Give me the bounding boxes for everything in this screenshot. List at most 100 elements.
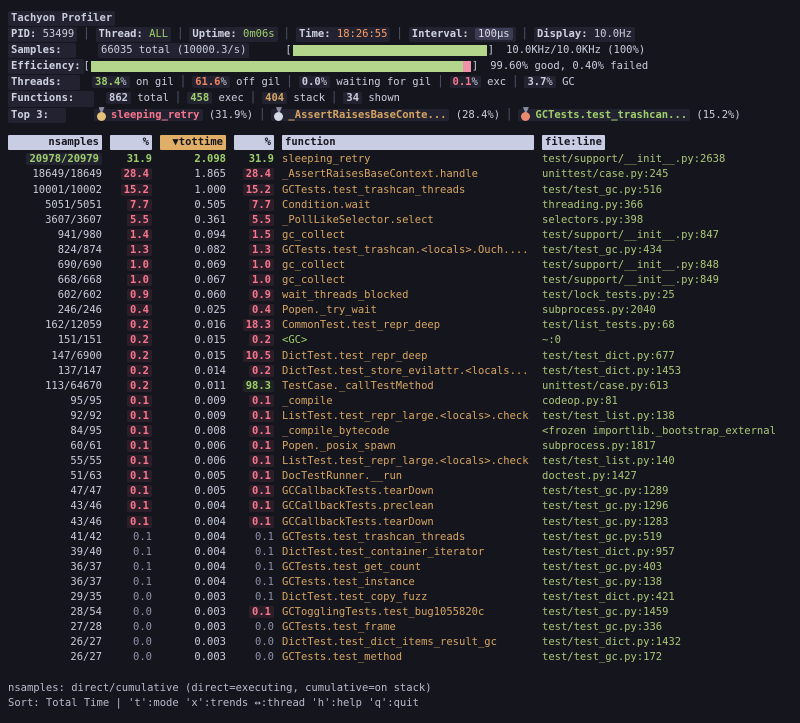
table-row: 690/6901.00.0691.0gc_collecttest/support…: [8, 258, 800, 273]
info-label: Thread:: [99, 28, 150, 40]
direct-percent-cell: 0.1: [110, 409, 152, 424]
direct-percent-value: 0.2: [127, 334, 152, 346]
top3-percent: (15.2%): [690, 109, 741, 121]
tottime-cell: 0.005: [160, 469, 226, 484]
thread-stat-label: exc: [481, 76, 506, 88]
samples-rate: 10.0KHz/10.0KHz (100%): [506, 43, 645, 58]
direct-percent-cell: 0.0: [110, 635, 152, 650]
nsamples-value: 690/690: [58, 259, 102, 271]
column-header-tottime-sort[interactable]: ▼tottime: [160, 135, 226, 150]
tottime-value: 0.008: [194, 425, 226, 437]
cumulative-percent-cell: 31.9: [234, 152, 274, 167]
direct-percent-cell: 31.9: [110, 152, 152, 167]
cumulative-percent-value: 0.2: [249, 334, 274, 346]
samples-bar-fill: [293, 45, 487, 56]
direct-percent-cell: 0.1: [110, 394, 152, 409]
footer: nsamples: direct/cumulative (direct=exec…: [8, 681, 800, 712]
tottime-cell: 1.000: [160, 183, 226, 198]
direct-percent-value: 0.1: [133, 546, 152, 558]
efficiency-bar-good: [91, 61, 463, 72]
thread-stat-value: 0.0%: [299, 76, 330, 88]
cumulative-percent-cell: 1.0: [234, 273, 274, 288]
function-cell: ListTest.test_repr_large.<locals>.check: [282, 454, 534, 469]
direct-percent-value: 1.4: [127, 229, 152, 241]
file-line-cell: ~:0: [542, 333, 800, 348]
cumulative-percent-cell: 0.0: [234, 650, 274, 665]
function-cell: GCTogglingTests.test_bug1055820c: [282, 605, 534, 620]
tottime-value: 0.060: [194, 289, 226, 301]
efficiency-bar-open-bracket: [: [84, 59, 90, 74]
column-header-direct-percent[interactable]: %: [110, 135, 152, 150]
info-label: Interval:: [412, 28, 475, 40]
nsamples-value: 113/64670: [45, 380, 102, 392]
stat-number: 38.4: [95, 76, 120, 88]
nsamples-value: 18649/18649: [32, 168, 102, 180]
tottime-value: 0.011: [194, 380, 226, 392]
direct-percent-cell: 0.9: [110, 288, 152, 303]
direct-percent-cell: 0.2: [110, 379, 152, 394]
column-header-function[interactable]: function: [282, 135, 534, 150]
tottime-value: 0.014: [194, 365, 226, 377]
direct-percent-value: 1.3: [127, 244, 152, 256]
tottime-cell: 0.361: [160, 213, 226, 228]
separator: │: [253, 109, 271, 121]
info-value: 18:26:55: [337, 28, 388, 40]
function-table: nsamples % ▼tottime % function file:line…: [8, 135, 800, 665]
function-cell: DictTest.test_store_evilattr.<locals...: [282, 364, 534, 379]
cumulative-percent-value: 31.9: [249, 153, 274, 165]
function-cell: TestCase._callTestMethod: [282, 379, 534, 394]
column-header-nsamples[interactable]: nsamples: [8, 135, 102, 150]
footer-nsamples-help: nsamples: direct/cumulative (direct=exec…: [8, 681, 800, 697]
tottime-value: 0.025: [194, 304, 226, 316]
column-header-file-line[interactable]: file:line: [542, 135, 605, 150]
cumulative-percent-cell: 0.0: [234, 635, 274, 650]
cumulative-percent-value: 0.1: [255, 561, 274, 573]
cumulative-percent-cell: 18.3: [234, 318, 274, 333]
direct-percent-value: 0.0: [133, 651, 152, 663]
direct-percent-value: 0.1: [127, 500, 152, 512]
direct-percent-value: 0.1: [133, 561, 152, 573]
direct-percent-value: 31.9: [127, 153, 152, 165]
direct-percent-cell: 0.1: [110, 545, 152, 560]
table-row: 10001/1000215.21.00015.2GCTests.test_tra…: [8, 183, 800, 198]
column-header-cumulative-percent[interactable]: %: [234, 135, 274, 150]
direct-percent-cell: 7.7: [110, 198, 152, 213]
status-bar: PID: 53499│Thread: ALL│Uptime: 0m06s│Tim…: [8, 26, 800, 42]
tottime-cell: 0.006: [160, 439, 226, 454]
info-value: 53499: [43, 28, 75, 40]
cumulative-percent-value: 0.1: [249, 516, 274, 528]
nsamples-value: 39/40: [70, 546, 102, 558]
thread-stat: 61.6% off gil: [192, 76, 280, 88]
tottime-cell: 0.003: [160, 605, 226, 620]
percent-sign: %: [120, 76, 126, 88]
top3-percent: (31.9%): [203, 109, 254, 121]
nsamples-value: 668/668: [58, 274, 102, 286]
direct-percent-value: 7.7: [127, 199, 152, 211]
function-cell: DocTestRunner.__run: [282, 469, 534, 484]
tottime-cell: 0.009: [160, 394, 226, 409]
cumulative-percent-cell: 1.3: [234, 243, 274, 258]
table-row: 55/550.10.0060.1ListTest.test_repr_large…: [8, 454, 800, 469]
nsamples-cell: 39/40: [8, 545, 102, 560]
table-row: 941/9801.40.0941.5gc_collecttest/support…: [8, 228, 800, 243]
thread-stat-label: GC: [556, 76, 575, 88]
file-line-cell: subprocess.py:2040: [542, 303, 800, 318]
direct-percent-cell: 15.2: [110, 183, 152, 198]
tottime-cell: 0.069: [160, 258, 226, 273]
tottime-cell: 0.015: [160, 333, 226, 348]
tottime-value: 2.098: [194, 153, 226, 165]
nsamples-value: 162/12059: [45, 319, 102, 331]
info-time: Time: 18:26:55: [296, 27, 391, 42]
tottime-cell: 0.094: [160, 228, 226, 243]
function-stat: 862 total: [106, 92, 169, 104]
stat-number: 0.0: [302, 76, 321, 88]
file-line-cell: <frozen importlib._bootstrap_external: [542, 424, 800, 439]
table-row: 162/120590.20.01618.3CommonTest.test_rep…: [8, 318, 800, 333]
cumulative-percent-cell: 28.4: [234, 167, 274, 182]
nsamples-cell: 26/27: [8, 635, 102, 650]
table-row: 39/400.10.0040.1DictTest.test_container_…: [8, 545, 800, 560]
cumulative-percent-cell: 7.7: [234, 198, 274, 213]
functions-label: Functions:: [8, 91, 94, 106]
table-row: 3607/36075.50.3615.5_PollLikeSelector.se…: [8, 213, 800, 228]
direct-percent-cell: 0.1: [110, 469, 152, 484]
